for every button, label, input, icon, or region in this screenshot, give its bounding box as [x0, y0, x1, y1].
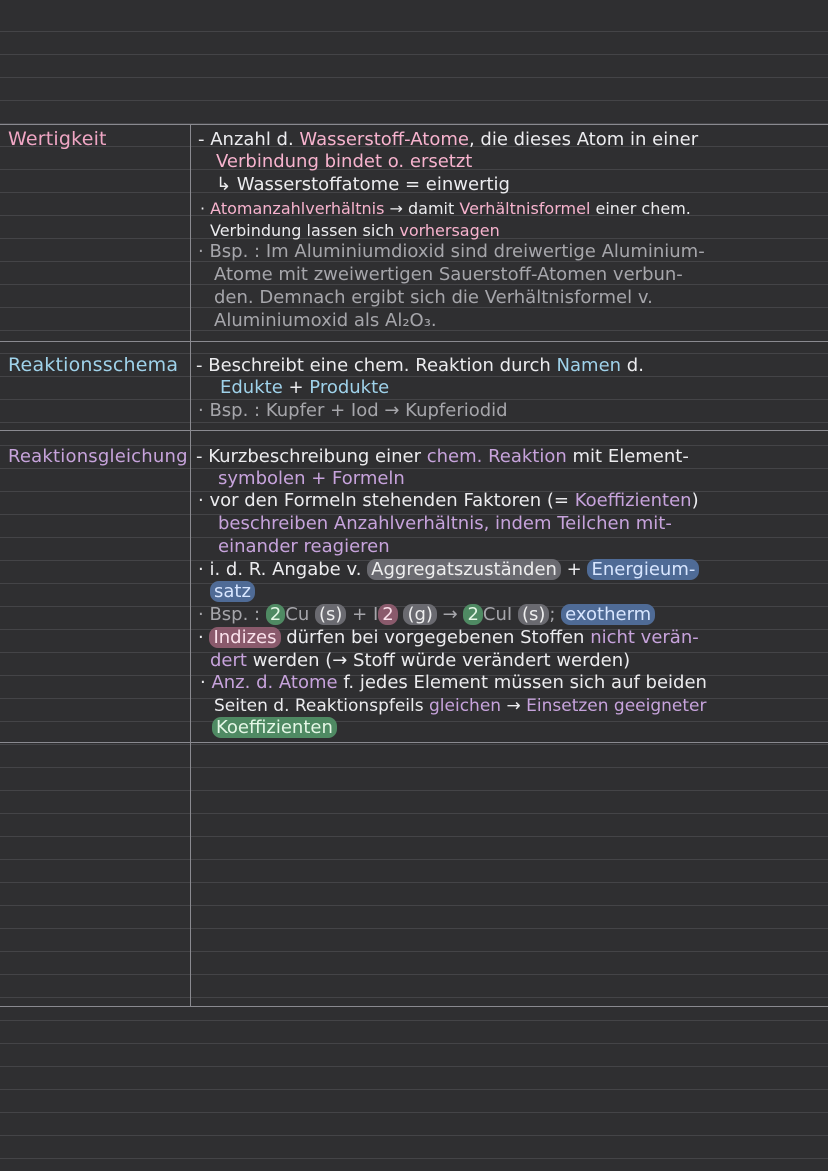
definition-line: · vor den Formeln stehenden Faktoren (= … [198, 490, 699, 511]
definition-line: beschreiben Anzahlverhältnis, indem Teil… [218, 513, 672, 534]
column-divider [190, 124, 191, 1006]
definition-line: · Atomanzahlverhältnis → damit Verhältni… [200, 199, 691, 218]
definition-line: · i. d. R. Angabe v. Aggregatszuständen … [198, 559, 700, 581]
term-reaktionsschema: Reaktionsschema [8, 354, 179, 376]
definition-line: Verbindung bindet o. ersetzt [216, 151, 473, 172]
definition-line: Seiten d. Reaktionspfeils gleichen → Ein… [214, 696, 707, 716]
definition-line: - Kurzbeschreibung einer chem. Reaktion … [196, 446, 689, 467]
definition-line: · Anz. d. Atome f. jedes Element müssen … [200, 672, 707, 693]
definition-line: symbolen + Formeln [218, 468, 405, 489]
definition-line: Koeffizienten [212, 717, 337, 739]
row-divider-1 [0, 341, 828, 342]
definition-line: - Beschreibt eine chem. Reaktion durch N… [196, 355, 644, 376]
example-equation: · Bsp. : 2 Cu (s) + I2 (g) → 2 CuI (s); ex… [198, 604, 656, 626]
definition-line: Verbindung lassen sich vorhersagen [210, 221, 500, 240]
table-bottom-border [0, 1006, 828, 1007]
example-line: Aluminiumoxid als Al₂O₃. [214, 310, 437, 331]
example-line: den. Demnach ergibt sich die Verhältnisf… [214, 287, 653, 308]
definition-line: · Indizes dürfen bei vorgegebenen Stoffe… [198, 627, 699, 648]
example-line: Atome mit zweiwertigen Sauerstoff-Atomen… [214, 264, 683, 285]
definition-line: Edukte + Produkte [220, 377, 390, 398]
table-top-border [0, 124, 828, 125]
definition-line: satz [210, 581, 255, 603]
definition-line: ↳ Wasserstoffatome = einwertig [216, 174, 510, 195]
row-divider-3 [0, 742, 828, 743]
definition-line: dert werden (→ Stoff würde verändert wer… [210, 650, 631, 671]
term-wertigkeit: Wertigkeit [8, 128, 107, 150]
definition-line: einander reagieren [218, 536, 390, 557]
example-line: · Bsp. : Kupfer + Iod → Kupferiodid [198, 400, 508, 421]
example-line: · Bsp. : Im Aluminiumdioxid sind dreiwer… [198, 241, 705, 262]
definition-line: - Anzahl d. Wasserstoff-Atome, die diese… [198, 129, 699, 150]
row-divider-2 [0, 430, 828, 431]
term-reaktionsgleichung: Reaktionsgleichung [8, 446, 188, 467]
